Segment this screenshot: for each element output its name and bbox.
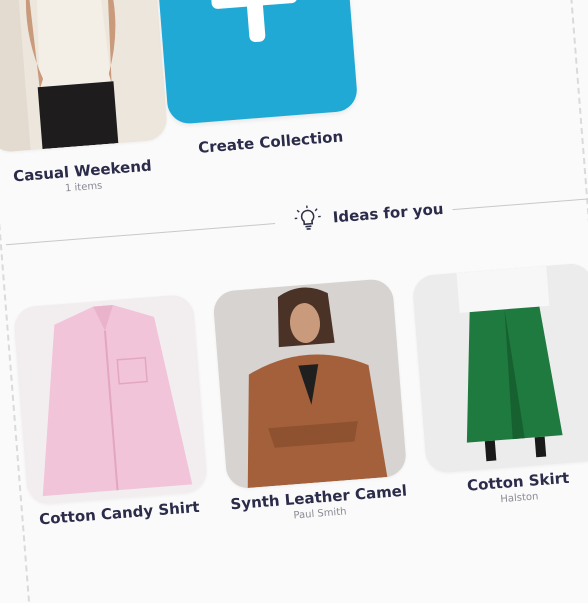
pink-shirt-photo <box>13 294 208 506</box>
green-skirt-photo <box>412 262 588 474</box>
ideas-divider-right <box>453 198 588 210</box>
product-card-synth-leather-camel[interactable] <box>212 278 407 490</box>
plus-icon-vertical <box>243 0 266 42</box>
lightbulb-icon <box>292 203 325 239</box>
tank-top-photo <box>0 0 168 153</box>
collections-canvas: Casual Weekend 1 items Create Collection… <box>0 0 588 603</box>
collection-card-casual-weekend[interactable] <box>0 0 168 153</box>
create-collection-label[interactable]: Create Collection <box>185 127 356 158</box>
product-card-cotton-skirt[interactable] <box>412 262 588 474</box>
leather-jacket-photo <box>212 278 407 490</box>
create-collection-button[interactable] <box>154 0 359 125</box>
ideas-divider-left <box>6 223 275 245</box>
product-card-cotton-candy-shirt[interactable] <box>13 294 208 506</box>
ideas-heading: Ideas for you <box>332 200 444 227</box>
